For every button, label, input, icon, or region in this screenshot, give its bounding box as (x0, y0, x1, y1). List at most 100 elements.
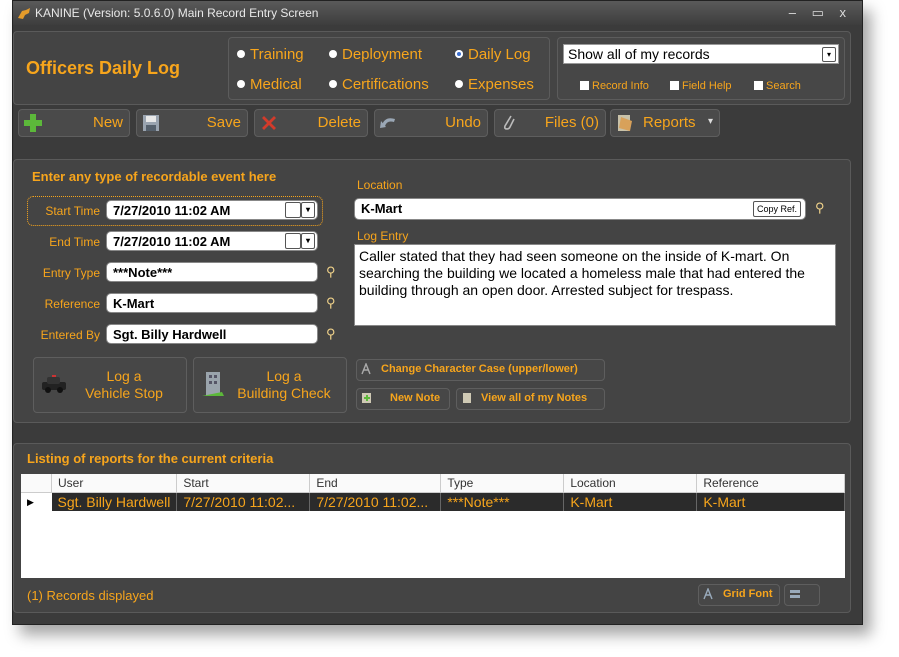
radio-icon (237, 80, 245, 89)
window-controls[interactable]: – ▭ x (789, 5, 852, 21)
lookup-pin-icon[interactable]: ⚲ (326, 264, 336, 280)
lookup-pin-icon[interactable]: ⚲ (326, 295, 336, 311)
log-entry-textarea[interactable]: Caller stated that they had seen someone… (354, 244, 836, 326)
checkbox-record-info[interactable]: Record Info (580, 80, 649, 92)
building-icon (202, 372, 224, 396)
lookup-pin-icon[interactable]: ⚲ (815, 200, 825, 216)
radio-icon (455, 80, 463, 89)
chevron-down-icon[interactable]: ▾ (301, 202, 315, 218)
record-type-group: Training Deployment Daily Log Medical Ce… (228, 37, 550, 100)
red-x-icon (262, 116, 276, 130)
log-building-check-button[interactable]: Log a Building Check (193, 357, 347, 413)
floppy-disk-icon (143, 115, 159, 131)
date-picker-toggle[interactable] (285, 202, 301, 218)
location-label: Location (357, 178, 403, 192)
date-picker-toggle[interactable] (285, 233, 301, 249)
options-group: Show all of my records ▾ Record Info Fie… (557, 37, 845, 100)
chevron-down-icon[interactable]: ▾ (708, 116, 713, 127)
plus-icon (24, 114, 42, 132)
entry-heading: Enter any type of recordable event here (32, 169, 277, 184)
chevron-down-icon[interactable]: ▾ (301, 233, 315, 249)
entry-type-field[interactable]: ***Note*** (106, 262, 318, 282)
location-field[interactable]: K-Mart Copy Ref. (354, 198, 806, 220)
radio-medical[interactable]: Medical (237, 76, 302, 93)
grid-font-button[interactable]: Grid Font (698, 584, 780, 606)
checkbox-search[interactable]: Search (754, 80, 801, 92)
end-time-label: End Time (49, 235, 100, 249)
column-header-location[interactable]: Location (563, 474, 698, 493)
checkbox-icon (670, 80, 679, 90)
entry-type-label: Entry Type (42, 266, 100, 280)
notes-icon (463, 393, 471, 403)
radio-deployment[interactable]: Deployment (329, 46, 422, 63)
row-pointer-icon: ▶ (21, 492, 52, 511)
reports-button[interactable]: Reports ▾ (610, 109, 720, 137)
radio-training[interactable]: Training (237, 46, 304, 63)
reference-field[interactable]: K-Mart (106, 293, 318, 313)
page-title: Officers Daily Log (26, 58, 181, 78)
grid-export-button[interactable] (784, 584, 820, 606)
row-indicator-header (21, 474, 52, 493)
header-panel: Officers Daily Log Training Deployment D… (13, 31, 851, 105)
radio-icon (329, 80, 337, 89)
undo-button[interactable]: Undo (374, 109, 488, 137)
cell-type: ***Note*** (440, 492, 565, 511)
entered-by-label: Entered By (40, 328, 100, 342)
listing-heading: Listing of reports for the current crite… (27, 451, 274, 466)
end-time-field[interactable]: 7/27/2010 11:02 AM ▾ (106, 231, 318, 251)
undo-arrow-icon (380, 118, 395, 128)
records-count-status: (1) Records displayed (27, 588, 154, 603)
radio-certifications[interactable]: Certifications (329, 76, 429, 93)
radio-icon (329, 50, 337, 59)
entry-panel: Enter any type of recordable event here … (13, 159, 851, 423)
radio-selected-icon (455, 50, 463, 59)
chevron-down-icon[interactable]: ▾ (822, 47, 836, 62)
log-vehicle-stop-button[interactable]: Log a Vehicle Stop (33, 357, 187, 413)
lookup-pin-icon[interactable]: ⚲ (326, 326, 336, 342)
column-header-user[interactable]: User (51, 474, 178, 493)
new-note-icon (362, 393, 371, 403)
reports-grid[interactable]: User Start End Type Location Reference ▶… (21, 474, 845, 578)
dog-app-icon (18, 8, 30, 19)
reports-icon (618, 115, 632, 131)
start-time-label: Start Time (45, 204, 100, 218)
checkbox-icon (754, 80, 763, 90)
font-icon (703, 588, 713, 600)
main-window: KANINE (Version: 5.0.6.0) Main Record En… (12, 0, 863, 625)
log-entry-label: Log Entry (357, 229, 409, 243)
copy-ref-button[interactable]: Copy Ref. (752, 201, 801, 217)
cell-reference: K-Mart (696, 492, 845, 511)
column-header-end[interactable]: End (309, 474, 442, 493)
police-car-icon (42, 375, 66, 393)
column-header-start[interactable]: Start (176, 474, 311, 493)
column-header-type[interactable]: Type (440, 474, 565, 493)
title-bar: KANINE (Version: 5.0.6.0) Main Record En… (13, 1, 862, 25)
table-row[interactable]: ▶ Sgt. Billy Hardwell 7/27/2010 11:02...… (21, 492, 845, 511)
paperclip-icon (503, 115, 515, 130)
radio-daily-log[interactable]: Daily Log (455, 46, 531, 63)
new-note-button[interactable]: New Note (356, 388, 450, 410)
record-filter-value: Show all of my records (568, 46, 710, 62)
checkbox-field-help[interactable]: Field Help (670, 80, 732, 92)
entered-by-field[interactable]: Sgt. Billy Hardwell (106, 324, 318, 344)
record-filter-select[interactable]: Show all of my records ▾ (563, 44, 839, 64)
radio-icon (237, 50, 245, 59)
cell-start: 7/27/2010 11:02... (176, 492, 311, 511)
view-notes-button[interactable]: View all of my Notes (456, 388, 605, 410)
files-button[interactable]: Files (0) (494, 109, 606, 137)
start-time-field[interactable]: 7/27/2010 11:02 AM ▾ (106, 200, 318, 220)
grid-layout-icon (790, 590, 800, 598)
new-button[interactable]: New (18, 109, 130, 137)
change-case-button[interactable]: Change Character Case (upper/lower) (356, 359, 605, 381)
save-button[interactable]: Save (136, 109, 248, 137)
cell-user: Sgt. Billy Hardwell (51, 492, 178, 511)
delete-button[interactable]: Delete (254, 109, 368, 137)
radio-expenses[interactable]: Expenses (455, 76, 534, 93)
checkbox-icon (580, 80, 589, 90)
column-header-reference[interactable]: Reference (696, 474, 845, 493)
text-case-icon (361, 363, 371, 375)
cell-location: K-Mart (563, 492, 698, 511)
window-title: KANINE (Version: 5.0.6.0) Main Record En… (35, 6, 319, 20)
reference-label: Reference (44, 297, 100, 311)
cell-end: 7/27/2010 11:02... (309, 492, 442, 511)
